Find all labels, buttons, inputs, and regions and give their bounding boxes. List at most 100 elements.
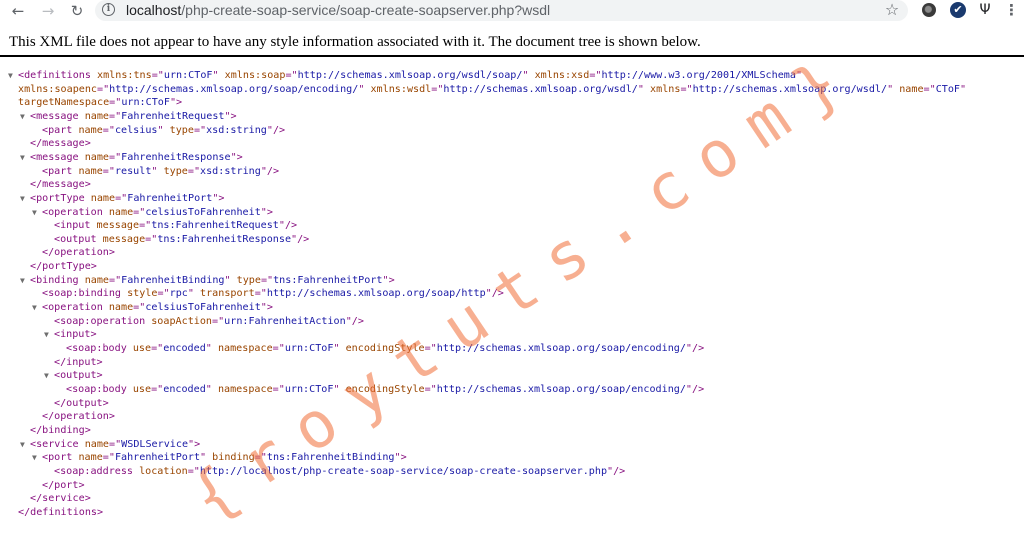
collapse-triangle-icon[interactable]: ▼ — [32, 451, 37, 464]
xml-line: </message> — [30, 137, 91, 150]
xml-line: </port> — [42, 479, 85, 492]
xml-line: </definitions> — [18, 506, 103, 519]
xml-tag-text: =" — [102, 165, 115, 177]
xml-attribute-value: encoded — [163, 383, 206, 395]
extension-trident-icon[interactable]: Ψ — [978, 2, 992, 18]
xml-tag-text: "/> — [278, 220, 298, 232]
collapse-triangle-icon[interactable]: ▼ — [20, 274, 25, 287]
xml-tag-text: "/> — [260, 165, 280, 177]
xml-attribute-name: name — [78, 124, 103, 136]
xml-line: </input> — [54, 356, 103, 369]
xml-attribute-name: namespace — [217, 343, 273, 354]
collapse-triangle-icon[interactable]: ▼ — [44, 369, 49, 382]
xml-attribute-name: xmlns:xsd — [534, 70, 590, 81]
xml-attribute-name: transport — [200, 288, 255, 300]
xml-tag-text: "> — [169, 97, 183, 109]
xml-attribute-name: soapAction — [151, 315, 213, 327]
xml-attribute-name: message — [96, 220, 140, 232]
xml-line: </output> — [54, 397, 109, 410]
forward-button[interactable]: → — [37, 0, 59, 22]
collapse-triangle-icon[interactable]: ▼ — [32, 206, 37, 219]
address-bar[interactable]: i localhost/php-create-soap-service/soap… — [95, 0, 908, 21]
xml-tag-text: "/> — [266, 124, 286, 136]
extension-check-icon[interactable]: ✔ — [950, 2, 966, 18]
xml-attribute-value: CToF — [935, 83, 960, 95]
xml-attribute-value: urn:CToF — [121, 97, 170, 109]
collapse-triangle-icon[interactable]: ▼ — [44, 328, 49, 341]
xml-tag-text: "> — [212, 192, 225, 204]
xml-tag-text: </binding> — [30, 424, 91, 436]
xml-tag-text: <soap:body — [66, 343, 133, 354]
xml-tag-text: <input> — [54, 329, 97, 341]
xml-tag-text: "> — [230, 151, 243, 163]
xml-line: <soap:operation soapAction="urn:Fahrenhe… — [54, 315, 364, 328]
browser-menu-icon[interactable]: ⋮ — [1004, 2, 1019, 18]
url-host: localhost — [126, 2, 182, 18]
extension-record-icon[interactable] — [922, 3, 936, 17]
xml-tag-text: <port — [42, 452, 79, 464]
reload-button[interactable]: ↻ — [66, 0, 88, 22]
xml-style-info-message: This XML file does not appear to have an… — [9, 34, 701, 50]
collapse-triangle-icon[interactable]: ▼ — [8, 69, 13, 82]
xml-line: ▼ <portType name="FahrenheitPort"> — [20, 192, 225, 205]
xml-attribute-name: use — [132, 383, 152, 395]
xml-tag-text: </message> — [30, 138, 91, 150]
xml-line: </portType> — [30, 260, 97, 273]
xml-tag-text: =" — [193, 124, 207, 136]
xml-tag-text: " — [205, 343, 218, 354]
xml-attribute-value: result — [114, 165, 152, 177]
xml-tag-text: "/> — [291, 233, 310, 245]
xml-tag-text: =" — [97, 83, 110, 95]
xml-line: </binding> — [30, 424, 91, 437]
back-button[interactable]: ← — [7, 0, 29, 22]
xml-attribute-value: http://schemas.xmlsoap.org/wsdl/soap/ — [297, 70, 523, 81]
xml-tag-text: =" — [151, 383, 164, 395]
xml-tag-text: =" — [109, 97, 122, 109]
collapse-triangle-icon[interactable]: ▼ — [20, 151, 25, 164]
xml-line: ▼ <output> — [44, 369, 103, 382]
xml-tag-text: </portType> — [30, 261, 97, 273]
collapse-triangle-icon[interactable]: ▼ — [20, 438, 25, 451]
collapse-triangle-icon[interactable]: ▼ — [32, 301, 37, 314]
xml-tag-text: =" — [145, 233, 158, 245]
collapse-triangle-icon[interactable]: ▼ — [20, 110, 25, 123]
xml-line: </message> — [30, 178, 91, 191]
xml-tag-text: </service> — [30, 493, 91, 505]
xml-attribute-value: celsiusToFahrenheit — [145, 206, 261, 218]
xml-attribute-name: name — [78, 165, 103, 177]
site-info-icon[interactable]: i — [102, 3, 115, 16]
xml-attribute-name: namespace — [217, 383, 273, 395]
xml-line: <soap:binding style="rpc" transport="htt… — [42, 287, 504, 300]
xml-tag-text: =" — [102, 452, 115, 464]
xml-tag-text: =" — [109, 274, 122, 286]
xml-tag-text: <message — [30, 110, 85, 122]
xml-tag-text: </operation> — [42, 247, 115, 259]
xml-line: ▼ <message name="FahrenheitRequest"> — [20, 110, 237, 123]
xml-tag-text: " — [960, 83, 967, 95]
xml-tag-text: <binding — [30, 274, 85, 286]
xml-tag-text: <soap:address — [54, 465, 140, 477]
xml-tag-text: =" — [254, 288, 267, 300]
xml-attribute-name: xmlns:soap — [224, 70, 286, 81]
xml-attribute-name: type — [169, 124, 194, 136]
xml-attribute-value: urn:CToF — [163, 70, 213, 81]
xml-tag-text: " — [157, 124, 170, 136]
xml-attribute-value: http://schemas.xmlsoap.org/soap/encoding… — [109, 83, 359, 95]
xml-tag-text: <operation — [42, 206, 109, 218]
xml-attribute-value: FahrenheitResponse — [121, 151, 231, 163]
xml-attribute-name: name — [84, 151, 110, 163]
url-text[interactable]: localhost/php-create-soap-service/soap-c… — [126, 2, 550, 19]
bookmark-star-icon[interactable]: ☆ — [884, 1, 900, 19]
xml-line: ▼ <binding name="FahrenheitBinding" type=… — [20, 274, 395, 287]
xml-attribute-value: xsd:string — [200, 165, 261, 177]
collapse-triangle-icon[interactable]: ▼ — [20, 192, 25, 205]
xml-tag-text: <output> — [54, 370, 103, 382]
xml-tag-text: =" — [272, 343, 285, 354]
xml-tag-text: <service — [30, 438, 85, 450]
xml-tag-text: </input> — [54, 356, 103, 368]
xml-tag-text: =" — [187, 165, 201, 177]
xml-tag-text: =" — [157, 288, 170, 300]
xml-attribute-name: name — [84, 274, 110, 286]
xml-line: <input message="tns:FahrenheitRequest"/> — [54, 219, 297, 232]
xml-line: ▼ <message name="FahrenheitResponse"> — [20, 151, 243, 164]
